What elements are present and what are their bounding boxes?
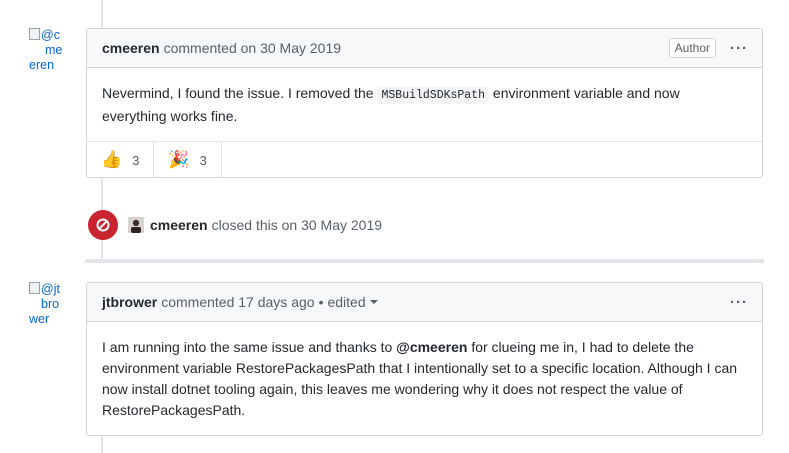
- reaction-count: 3: [199, 152, 207, 168]
- edited-dropdown[interactable]: edited: [327, 294, 378, 310]
- issue-closed-event: cmeeren closed this on 30 May 2019: [128, 215, 382, 235]
- comment-body: I am running into the same issue and tha…: [87, 322, 762, 435]
- reaction-count: 3: [132, 152, 140, 168]
- comment-card: jtbrower commented 17 days ago • edited …: [86, 282, 763, 436]
- comment-text: I am running into the same issue and tha…: [102, 339, 393, 355]
- inline-code: MSBuildSDKsPath: [377, 87, 490, 104]
- edited-label: edited: [327, 294, 366, 310]
- comment-timestamp[interactable]: commented on 30 May 2019: [164, 40, 341, 56]
- avatar[interactable]: [128, 217, 144, 233]
- caret-down-icon: [369, 300, 378, 304]
- event-author[interactable]: cmeeren: [150, 217, 208, 233]
- comment-author[interactable]: jtbrower: [102, 294, 157, 310]
- broken-image-icon: [29, 282, 40, 294]
- author-badge: Author: [668, 38, 716, 58]
- thumbs-up-icon: 👍: [101, 150, 123, 169]
- timeline-line: [101, 436, 103, 453]
- comment-header: jtbrower commented 17 days ago • edited …: [87, 283, 762, 322]
- comment-card: cmeeren commented on 30 May 2019 Author …: [86, 28, 763, 178]
- more-options-icon[interactable]: ···: [730, 294, 748, 311]
- reactions-bar: 👍 3 🎉 3: [87, 141, 762, 178]
- closed-circle-slash-icon: [88, 210, 118, 240]
- comment-timestamp[interactable]: commented 17 days ago: [161, 294, 314, 310]
- comment-author[interactable]: cmeeren: [102, 40, 160, 56]
- timeline-divider: [85, 259, 764, 263]
- separator-dot: •: [318, 294, 324, 310]
- avatar[interactable]: @jt bro wer: [29, 282, 73, 327]
- event-text: closed this on 30 May 2019: [211, 217, 383, 233]
- comment-header: cmeeren commented on 30 May 2019 Author …: [87, 29, 762, 68]
- timeline-line: [101, 0, 103, 28]
- comment-text: Nevermind, I found the issue. I removed …: [102, 85, 374, 101]
- broken-image-icon: [29, 28, 40, 40]
- avatar[interactable]: @c me eren: [29, 28, 73, 73]
- more-options-icon[interactable]: ···: [730, 40, 748, 57]
- user-mention[interactable]: @cmeeren: [396, 339, 467, 355]
- comment-body: Nevermind, I found the issue. I removed …: [87, 68, 762, 141]
- reaction-tada[interactable]: 🎉 3: [154, 142, 222, 178]
- tada-icon: 🎉: [168, 150, 190, 169]
- reaction-thumbs-up[interactable]: 👍 3: [87, 142, 155, 178]
